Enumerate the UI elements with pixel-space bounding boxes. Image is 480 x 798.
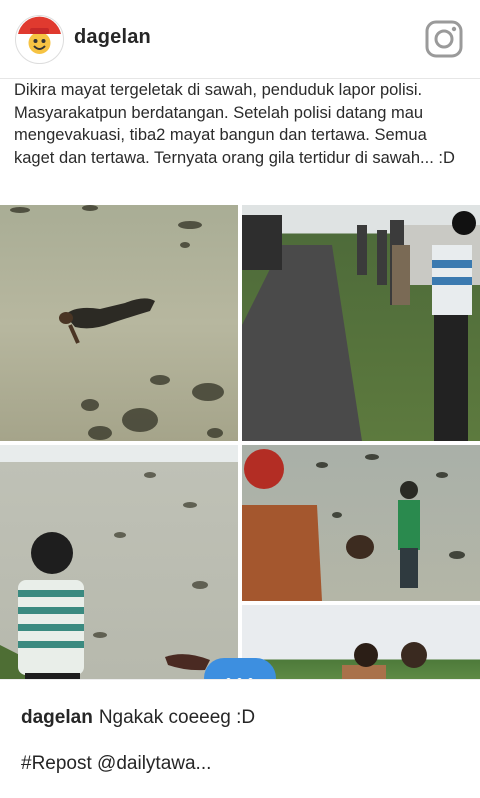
header-username[interactable]: dagelan [74,26,151,49]
caption-hashtag[interactable]: #Repost @dailytawa... [21,753,211,775]
dagelan-logo-icon [16,16,63,63]
photo-striped-shirt-man [0,445,238,679]
profile-avatar[interactable] [15,15,64,64]
caption-username[interactable]: dagelan [21,707,93,728]
photo-field-body [0,205,238,441]
caption-line: dagelan Ngakak coeeeg :D [21,707,255,729]
post-image[interactable]: Dikira mayat tergeletak di sawah, pendud… [0,79,480,679]
caption-text: Ngakak coeeeg :D [98,707,256,728]
post-header: dagelan [0,0,480,79]
photo-crowd-road [242,205,480,441]
photo-man-police [242,605,480,679]
post-caption-area: dagelan Ngakak coeeeg :D #Repost @dailyta… [0,679,480,798]
instagram-camera-icon[interactable] [425,20,463,58]
image-caption-text: Dikira mayat tergeletak di sawah, pendud… [14,81,455,167]
photo-helmet-man [242,445,480,601]
